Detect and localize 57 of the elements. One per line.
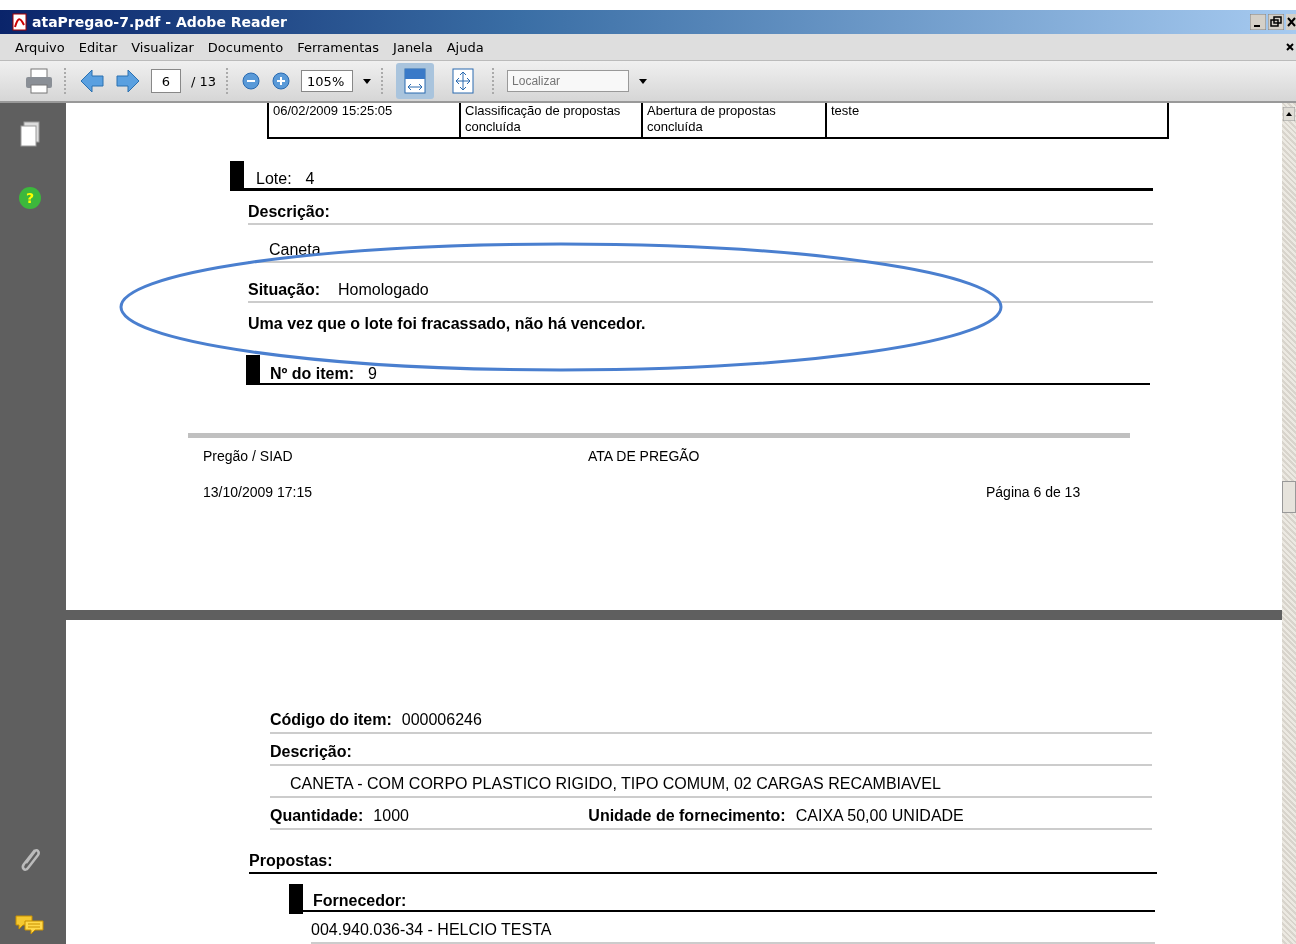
dropdown-caret-icon[interactable] <box>363 78 372 84</box>
item-code-label: Código do item: <box>270 711 392 729</box>
comments-icon[interactable] <box>15 914 45 936</box>
lote-value: 4 <box>305 170 315 188</box>
page-total: / 13 <box>191 73 217 89</box>
close-icon[interactable] <box>1286 14 1296 30</box>
quantity-label: Quantidade: <box>270 807 364 825</box>
footer-text: Pregão / SIAD <box>203 448 294 464</box>
page-number-field[interactable]: 6 <box>151 69 181 93</box>
unit-label: Unidade de fornecimento: <box>588 807 786 825</box>
zoom-in-icon[interactable] <box>271 71 292 91</box>
description-value: CANETA - COM CORPO PLASTICO RIGIDO, TIPO COMUM, 02 CARGAS RECAMBIAVEL <box>290 775 941 793</box>
menu-item[interactable]: Ferramentas <box>297 39 380 55</box>
menu-item[interactable]: Visualizar <box>131 39 194 55</box>
note-text: Uma vez que o lote foi fracassado, não há vencedor. <box>248 315 646 332</box>
scroll-up-icon[interactable] <box>1283 107 1295 121</box>
lote-label: Lote: <box>256 170 292 188</box>
quantity-value: 1000 <box>373 807 410 825</box>
table-cell-text: teste <box>830 103 861 120</box>
right-arrow-icon[interactable] <box>115 68 141 94</box>
printer-icon[interactable] <box>24 67 54 95</box>
description-label: Descrição: <box>270 743 352 761</box>
search-field[interactable]: Localizar <box>507 70 630 92</box>
window-title: ataPregao-7.pdf - Adobe Reader <box>32 14 287 30</box>
menu-item[interactable]: Janela <box>393 39 433 55</box>
table-cell: Abertura de propostas concluída <box>643 103 827 137</box>
pdf-file-icon <box>12 13 28 31</box>
status-label: Situação: <box>248 281 320 299</box>
page-indicator: Página 6 de 13 <box>986 484 1081 500</box>
scrollbar-thumb[interactable] <box>1282 481 1296 513</box>
supplier-label: Fornecedor: <box>313 892 407 910</box>
supplier-value: 004.940.036-34 - HELCIO TESTA <box>311 921 552 939</box>
fit-width-button[interactable] <box>396 63 435 99</box>
menu-item[interactable]: Ajuda <box>446 39 484 55</box>
menu-item[interactable]: Editar <box>78 39 118 55</box>
description-label: Descrição: <box>248 203 330 221</box>
vertical-scrollbar[interactable] <box>1282 103 1296 944</box>
menu-item[interactable]: Arquivo <box>15 39 65 55</box>
pages-icon[interactable] <box>19 121 41 147</box>
menu-item[interactable]: Documento <box>207 39 284 55</box>
restore-icon[interactable] <box>1268 14 1284 30</box>
table-cell: 06/02/2009 15:25:05 <box>269 103 461 137</box>
footer-date: 13/10/2009 17:15 <box>203 484 313 500</box>
item-number-label: Nº do item: <box>270 365 355 383</box>
zoom-out-icon[interactable] <box>241 71 262 91</box>
item-number-value: 9 <box>368 365 377 383</box>
minimize-icon[interactable] <box>1250 14 1266 30</box>
proposals-heading: Propostas: <box>249 852 333 870</box>
footer-title: ATA DE PREGÃO <box>588 448 700 464</box>
close-document-icon[interactable] <box>1286 43 1294 51</box>
left-arrow-icon[interactable] <box>79 68 105 94</box>
dropdown-caret-icon[interactable] <box>639 78 648 84</box>
unit-value: CAIXA 50,00 UNIDADE <box>795 807 964 825</box>
status-value: Homologado <box>338 281 429 299</box>
table-cell: Classificação de propostas concluída <box>461 103 643 137</box>
item-code-value: 000006246 <box>401 711 482 729</box>
zoom-field[interactable]: 105% <box>301 70 354 92</box>
